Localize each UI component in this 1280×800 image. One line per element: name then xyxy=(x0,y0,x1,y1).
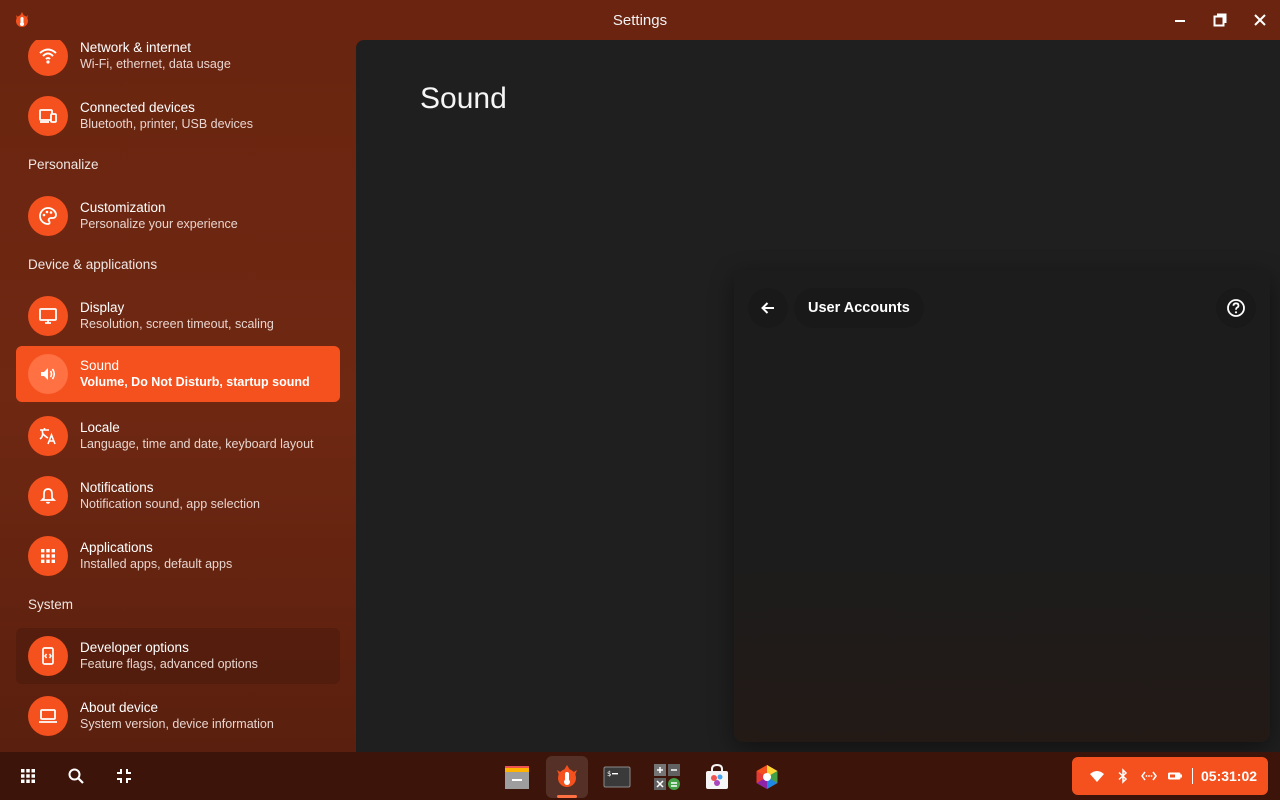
maximize-button[interactable] xyxy=(1200,0,1240,40)
settings-app-icon xyxy=(12,10,32,30)
sidebar-item-subtitle: Bluetooth, printer, USB devices xyxy=(80,117,254,131)
apps-grid-icon xyxy=(28,536,68,576)
battery-icon xyxy=(1168,772,1182,780)
minimize-icon xyxy=(1175,20,1185,22)
sidebar-item-title: Applications xyxy=(80,540,153,555)
sidebar-item-title: Network & internet xyxy=(80,40,192,55)
bluetooth-icon xyxy=(1118,768,1128,784)
clock[interactable]: 05:31:02 xyxy=(1201,768,1257,784)
sidebar-item-subtitle: Resolution, screen timeout, scaling xyxy=(80,317,274,331)
apps-grid-icon xyxy=(21,769,35,783)
store-app-icon xyxy=(706,763,728,789)
taskbar-app-files[interactable] xyxy=(496,756,538,798)
sidebar-item-title: Customization xyxy=(80,200,166,215)
sidebar-item-subtitle: Feature flags, advanced options xyxy=(80,657,258,671)
sidebar-item-notifications[interactable]: Notifications Notification sound, app se… xyxy=(16,468,340,524)
terminal-app-icon: $ xyxy=(603,766,631,788)
sidebar-item-sound[interactable]: Sound Volume, Do Not Disturb, startup so… xyxy=(16,346,340,402)
sidebar-item-subtitle: Personalize your experience xyxy=(80,217,238,231)
sidebar-item-subtitle: System version, device information xyxy=(80,717,274,731)
title-bar: Settings xyxy=(0,0,1280,40)
wifi-icon xyxy=(28,40,68,76)
taskbar-app-calculator[interactable] xyxy=(646,756,688,798)
sidebar-item-about-device[interactable]: About device System version, device info… xyxy=(16,688,340,744)
sidebar-item-title: Sound xyxy=(80,358,120,373)
main-content: Sound User Accounts xyxy=(356,40,1280,752)
page-title: Sound xyxy=(420,82,507,115)
section-header-system: System xyxy=(28,597,74,612)
devices-icon xyxy=(28,96,68,136)
translate-icon xyxy=(28,416,68,456)
color-app-icon xyxy=(756,765,778,789)
app-launcher-button[interactable] xyxy=(8,756,48,796)
section-header-device-applications: Device & applications xyxy=(28,257,158,272)
sidebar-item-display[interactable]: Display Resolution, screen timeout, scal… xyxy=(16,288,340,344)
sidebar-item-subtitle: Volume, Do Not Disturb, startup sound xyxy=(80,375,310,389)
overview-icon xyxy=(117,769,131,783)
palette-icon xyxy=(28,196,68,236)
window-title: Settings xyxy=(612,11,668,29)
search-icon xyxy=(68,768,84,784)
help-button[interactable] xyxy=(1216,288,1256,328)
close-icon xyxy=(1254,14,1266,26)
sidebar-item-title: Developer options xyxy=(80,640,189,655)
sidebar-item-customization[interactable]: Customization Personalize your experienc… xyxy=(16,188,340,244)
sidebar-item-developer-options[interactable]: Developer options Feature flags, advance… xyxy=(16,628,340,684)
sidebar-item-title: Connected devices xyxy=(80,100,195,115)
user-accounts-dialog: User Accounts xyxy=(734,270,1270,742)
tray-separator xyxy=(1192,768,1193,784)
battery-status[interactable] xyxy=(1162,757,1188,795)
taskbar-app-terminal[interactable]: $ xyxy=(596,756,638,798)
wifi-status[interactable] xyxy=(1084,757,1110,795)
system-tray[interactable]: 05:31:02 xyxy=(1072,757,1268,795)
network-status[interactable] xyxy=(1136,757,1162,795)
volume-icon xyxy=(28,354,68,394)
sidebar-item-title: About device xyxy=(80,700,159,715)
help-icon xyxy=(1227,299,1245,317)
files-app-icon xyxy=(505,766,529,789)
network-code-icon xyxy=(1141,771,1157,781)
sidebar-item-subtitle: Language, time and date, keyboard layout xyxy=(80,437,314,451)
sidebar-item-subtitle: Installed apps, default apps xyxy=(80,557,233,571)
taskbar-app-store[interactable] xyxy=(696,756,738,798)
sidebar-item-locale[interactable]: Locale Language, time and date, keyboard… xyxy=(16,408,340,464)
svg-text:$: $ xyxy=(607,770,611,778)
monitor-icon xyxy=(28,296,68,336)
sidebar-item-network[interactable]: Network & internet Wi-Fi, ethernet, data… xyxy=(16,40,340,84)
sidebar-item-title: Locale xyxy=(80,420,120,435)
sidebar-item-title: Notifications xyxy=(80,480,154,495)
settings-app-icon xyxy=(557,765,577,787)
developer-icon xyxy=(28,636,68,676)
search-button[interactable] xyxy=(56,756,96,796)
overview-button[interactable] xyxy=(104,756,144,796)
window-controls xyxy=(1160,0,1280,40)
arrow-back-icon xyxy=(761,302,774,314)
calculator-app-icon xyxy=(654,764,680,790)
laptop-icon xyxy=(28,696,68,736)
taskbar-app-settings[interactable] xyxy=(546,756,588,798)
sidebar-item-title: Display xyxy=(80,300,125,315)
minimize-button[interactable] xyxy=(1160,0,1200,40)
restore-icon xyxy=(1213,13,1227,27)
sidebar-item-applications[interactable]: Applications Installed apps, default app… xyxy=(16,528,340,584)
bluetooth-status[interactable] xyxy=(1110,757,1136,795)
wifi-icon xyxy=(1090,771,1104,782)
taskbar-app-color[interactable] xyxy=(746,756,788,798)
sidebar-item-subtitle: Notification sound, app selection xyxy=(80,497,260,511)
back-button[interactable] xyxy=(748,288,788,328)
settings-sidebar: Network & internet Wi-Fi, ethernet, data… xyxy=(0,40,356,752)
taskbar: $ 05:31:02 xyxy=(0,752,1280,800)
sidebar-item-subtitle: Wi-Fi, ethernet, data usage xyxy=(80,57,231,71)
sidebar-item-connected-devices[interactable]: Connected devices Bluetooth, printer, US… xyxy=(16,88,340,144)
dialog-title: User Accounts xyxy=(794,288,924,328)
close-button[interactable] xyxy=(1240,0,1280,40)
section-header-personalize: Personalize xyxy=(28,157,99,172)
bell-icon xyxy=(28,476,68,516)
